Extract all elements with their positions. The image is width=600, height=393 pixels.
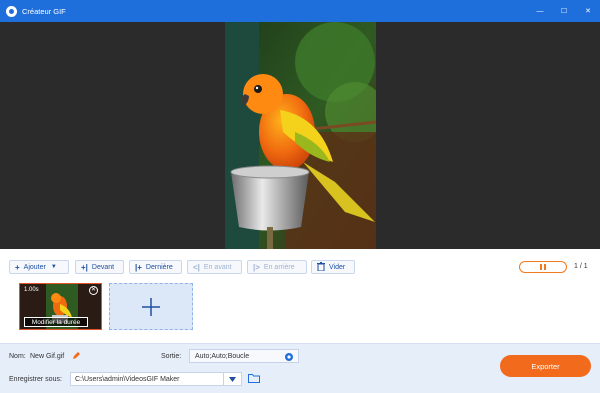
clear-button[interactable]: Vider [311, 260, 355, 274]
output-label: Sortie: [161, 353, 182, 360]
settings-panel: Nom: New Gif.gif Sortie: Auto;Auto;Boucl… [0, 343, 600, 393]
pencil-icon[interactable] [72, 351, 81, 362]
add-button[interactable]: + Ajouter ▼ [9, 260, 69, 274]
minimize-button[interactable]: — [528, 0, 552, 22]
app-logo-icon [6, 5, 17, 17]
preview-area [0, 22, 600, 249]
save-path-field[interactable]: C:\Users\admin\VideosGIF Maker [70, 372, 242, 386]
add-label: Ajouter [23, 263, 46, 271]
close-icon[interactable]: ✕ [89, 286, 98, 295]
page-counter: 1 / 1 [574, 263, 588, 270]
trash-icon [317, 261, 325, 273]
window-controls: — ☐ ✕ [528, 0, 600, 22]
output-value: Auto;Auto;Boucle [195, 352, 250, 360]
gear-icon[interactable] [284, 352, 294, 364]
add-frame-button[interactable] [109, 283, 193, 330]
chevron-down-icon[interactable] [223, 373, 241, 385]
maximize-button[interactable]: ☐ [552, 0, 576, 22]
preview-image [225, 22, 376, 249]
chevron-down-icon: ▼ [50, 264, 57, 270]
save-path-value: C:\Users\admin\VideosGIF Maker [75, 375, 180, 383]
backward-label: En arrière [263, 263, 295, 271]
forward-label: En avant [203, 263, 232, 271]
front-label: Devant [91, 263, 115, 271]
frame-duration: 1.00s [24, 287, 39, 293]
plus-icon [142, 297, 160, 316]
move-forward-button[interactable]: <| En avant [187, 260, 242, 274]
folder-icon[interactable] [248, 373, 260, 385]
export-button[interactable]: Exporter [500, 355, 591, 377]
frame-strip: 1.00s ✕ Modifier la durée [0, 283, 600, 343]
title-bar: Créateur GIF — ☐ ✕ [0, 0, 600, 22]
frame-thumbnail[interactable]: 1.00s ✕ Modifier la durée [19, 283, 102, 330]
plus-icon: + [15, 262, 20, 272]
move-forward-icon: <| [193, 262, 200, 272]
pause-icon [540, 264, 542, 270]
pause-icon [544, 264, 546, 270]
insert-behind-icon: |+ [135, 262, 142, 272]
insert-front-icon: +| [81, 262, 88, 272]
close-button[interactable]: ✕ [576, 0, 600, 22]
clear-label: Vider [329, 263, 346, 271]
edit-duration-button[interactable]: Modifier la durée [24, 317, 88, 327]
parrot-photo [225, 22, 376, 249]
front-button[interactable]: +| Devant [75, 260, 124, 274]
window-title: Créateur GIF [22, 6, 66, 16]
pause-button[interactable] [519, 261, 567, 273]
name-label: Nom: [9, 353, 26, 360]
save-label: Enregistrer sous: [9, 376, 62, 383]
behind-label: Dernière [145, 263, 173, 271]
move-backward-button[interactable]: |> En arrière [247, 260, 307, 274]
behind-button[interactable]: |+ Dernière [129, 260, 182, 274]
file-name: New Gif.gif [30, 353, 65, 360]
move-backward-icon: |> [253, 262, 260, 272]
output-settings: Auto;Auto;Boucle [189, 349, 299, 363]
frame-toolbar: + Ajouter ▼ +| Devant |+ Dernière <| En … [0, 249, 600, 283]
